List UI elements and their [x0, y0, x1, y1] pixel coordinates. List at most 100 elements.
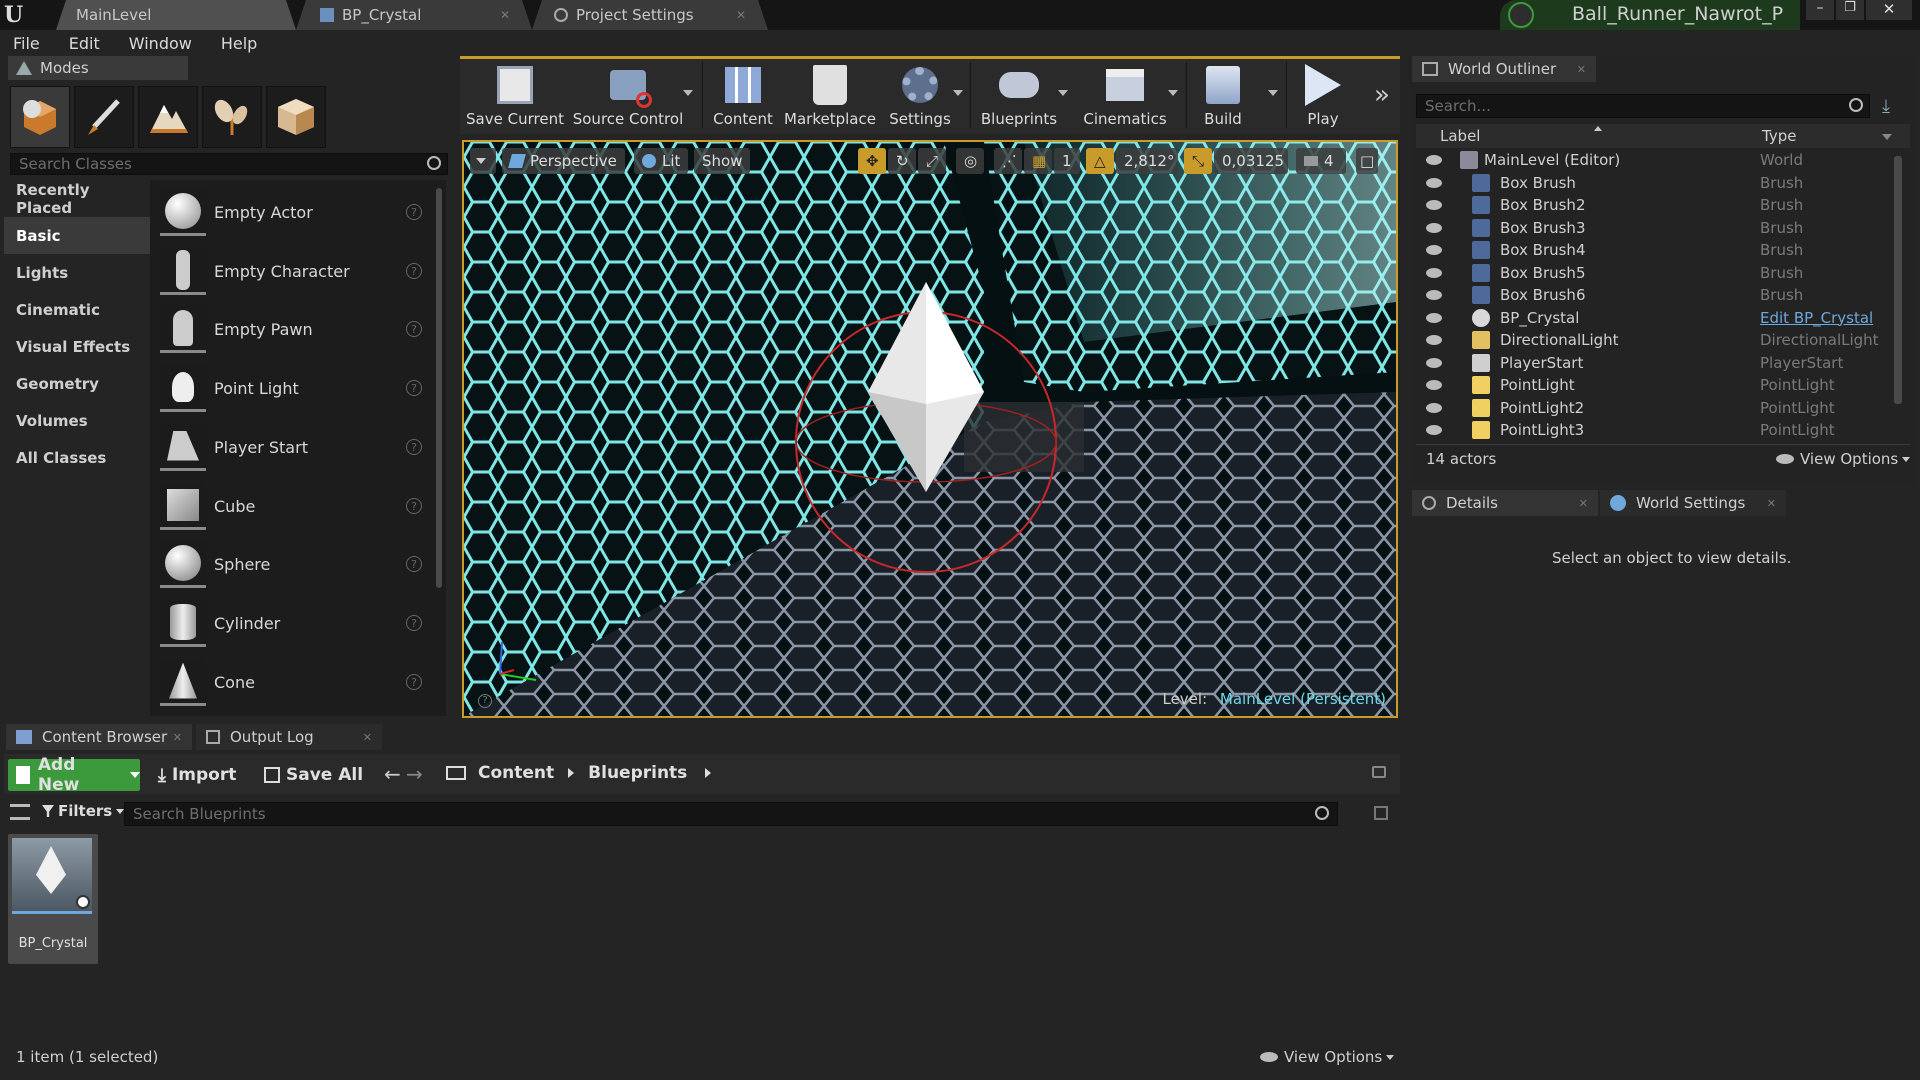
scale-snap-value[interactable]: 0,03125: [1214, 148, 1288, 174]
outliner-row[interactable]: Box Brush4 Brush: [1416, 239, 1896, 261]
help-icon[interactable]: ?: [406, 321, 422, 337]
outliner-search-input[interactable]: Search...: [1416, 94, 1870, 118]
source-control-dropdown-icon[interactable]: [683, 90, 693, 96]
outliner-row[interactable]: Box Brush3 Brush: [1416, 217, 1896, 239]
menu-file[interactable]: File: [0, 34, 56, 53]
column-label[interactable]: Label: [1440, 127, 1480, 145]
rotation-snap-icon[interactable]: △: [1086, 148, 1114, 174]
menu-edit[interactable]: Edit: [56, 34, 116, 53]
settings-button[interactable]: Settings: [882, 60, 958, 130]
world-local-toggle-icon[interactable]: ◎: [956, 148, 984, 174]
category-cinematic[interactable]: Cinematic: [4, 291, 150, 328]
breadcrumb-blueprints[interactable]: Blueprints: [588, 763, 687, 783]
foliage-mode-button[interactable]: [202, 86, 262, 148]
category-lights[interactable]: Lights: [4, 254, 150, 291]
save-search-icon[interactable]: [1374, 806, 1388, 820]
visibility-eye-icon[interactable]: [1426, 357, 1442, 368]
visibility-eye-icon[interactable]: [1426, 245, 1442, 255]
chevron-right-icon[interactable]: [705, 768, 712, 778]
import-button[interactable]: ⤓ Import: [158, 759, 236, 791]
rotation-snap-value[interactable]: 2,812°: [1116, 148, 1178, 174]
maximize-viewport-icon[interactable]: □: [1356, 148, 1378, 174]
class-item-empty-character[interactable]: Empty Character ?: [160, 242, 430, 300]
play-button[interactable]: Play: [1292, 60, 1354, 130]
source-control-button[interactable]: Source Control: [570, 60, 686, 130]
content-view-options-button[interactable]: View Options: [1260, 1048, 1395, 1066]
modes-tab[interactable]: Modes: [8, 56, 188, 80]
lit-button[interactable]: Lit: [634, 148, 689, 174]
outliner-row[interactable]: Box Brush6 Brush: [1416, 284, 1896, 306]
help-icon[interactable]: ?: [406, 556, 422, 572]
outliner-row[interactable]: PointLight3 PointLight: [1416, 419, 1896, 441]
class-item-empty-actor[interactable]: Empty Actor ?: [160, 183, 430, 241]
help-icon[interactable]: ?: [406, 674, 422, 690]
paint-mode-button[interactable]: [74, 86, 134, 148]
level-viewport[interactable]: Perspective Lit Show ✥ ↻ ⤢ ◎ ⋰ ▦ 1 △ 2,8…: [462, 140, 1398, 718]
visibility-eye-icon[interactable]: [1426, 335, 1442, 345]
blueprints-button[interactable]: Blueprints: [976, 60, 1062, 130]
landscape-mode-button[interactable]: [138, 86, 198, 148]
geometry-edit-mode-button[interactable]: [266, 86, 326, 148]
close-icon[interactable]: ✕: [736, 8, 746, 22]
lock-icon[interactable]: [1372, 766, 1386, 778]
close-icon[interactable]: ✕: [363, 731, 372, 744]
tab-mainlevel[interactable]: MainLevel: [56, 0, 296, 30]
help-icon[interactable]: ?: [406, 498, 422, 514]
unreal-logo-icon[interactable]: U: [4, 2, 30, 28]
class-item-point-light[interactable]: Point Light ?: [160, 359, 430, 417]
grid-snap-value[interactable]: 1: [1054, 148, 1080, 174]
toolbar-overflow-icon[interactable]: »: [1374, 80, 1390, 110]
category-all-classes[interactable]: All Classes: [4, 439, 150, 476]
help-icon[interactable]: ?: [406, 380, 422, 396]
column-dropdown-icon[interactable]: [1882, 134, 1892, 140]
outliner-row[interactable]: Box Brush5 Brush: [1416, 262, 1896, 284]
content-browser-tab[interactable]: Content Browser ✕: [6, 724, 192, 750]
visibility-eye-icon[interactable]: [1426, 267, 1442, 278]
category-geometry[interactable]: Geometry: [4, 365, 150, 402]
scale-snap-icon[interactable]: ⤡: [1184, 148, 1212, 174]
camera-speed-button[interactable]: 4: [1296, 148, 1346, 174]
visibility-eye-icon[interactable]: [1426, 312, 1442, 323]
outliner-add-icon[interactable]: ⤓: [1882, 96, 1902, 117]
maximize-button[interactable]: ❐: [1836, 0, 1864, 20]
add-new-button[interactable]: Add New: [8, 755, 140, 795]
chevron-right-icon[interactable]: [568, 768, 575, 778]
search-blueprints-input[interactable]: Search Blueprints: [124, 802, 1338, 826]
history-back-icon[interactable]: ←: [384, 762, 401, 786]
world-outliner-tab[interactable]: World Outliner ✕: [1412, 56, 1596, 82]
visibility-eye-icon[interactable]: [1426, 155, 1442, 165]
translate-tool-button[interactable]: ✥: [858, 148, 886, 174]
cinematics-button[interactable]: Cinematics: [1078, 60, 1172, 130]
cinematics-dropdown-icon[interactable]: [1168, 90, 1178, 96]
outliner-row[interactable]: PointLight PointLight: [1416, 374, 1896, 396]
help-icon[interactable]: ?: [406, 263, 422, 279]
scale-tool-button[interactable]: ⤢: [918, 148, 946, 174]
menu-help[interactable]: Help: [208, 34, 273, 53]
column-type[interactable]: Type: [1762, 127, 1796, 145]
visibility-eye-icon[interactable]: [1426, 402, 1442, 413]
blueprints-dropdown-icon[interactable]: [1058, 90, 1068, 96]
world-settings-tab[interactable]: World Settings ✕: [1600, 490, 1786, 516]
save-current-button[interactable]: Save Current: [466, 60, 564, 130]
close-icon[interactable]: ✕: [1577, 63, 1586, 76]
help-icon[interactable]: ?: [406, 439, 422, 455]
class-item-player-start[interactable]: Player Start ?: [160, 418, 430, 476]
class-item-sphere[interactable]: Sphere ?: [160, 535, 430, 593]
close-icon[interactable]: ✕: [173, 731, 182, 744]
category-basic[interactable]: Basic: [4, 217, 150, 254]
minimize-button[interactable]: –: [1806, 0, 1834, 20]
history-forward-icon[interactable]: →: [406, 762, 423, 786]
asset-tile[interactable]: BP_Crystal: [8, 834, 98, 964]
tab-project-settings[interactable]: Project Settings ✕: [532, 0, 768, 30]
visibility-eye-icon[interactable]: [1426, 200, 1442, 210]
help-icon[interactable]: ?: [406, 204, 422, 220]
save-all-button[interactable]: Save All: [264, 759, 363, 791]
breadcrumb-content[interactable]: Content: [478, 763, 554, 783]
category-recently-placed[interactable]: Recently Placed: [4, 180, 150, 217]
close-icon[interactable]: ✕: [1579, 497, 1588, 510]
class-item-empty-pawn[interactable]: Empty Pawn ?: [160, 300, 430, 358]
close-icon[interactable]: ✕: [1767, 497, 1776, 510]
outliner-view-options-button[interactable]: View Options: [1776, 450, 1911, 468]
category-visual-effects[interactable]: Visual Effects: [4, 328, 150, 365]
class-item-cylinder[interactable]: Cylinder ?: [160, 594, 430, 652]
